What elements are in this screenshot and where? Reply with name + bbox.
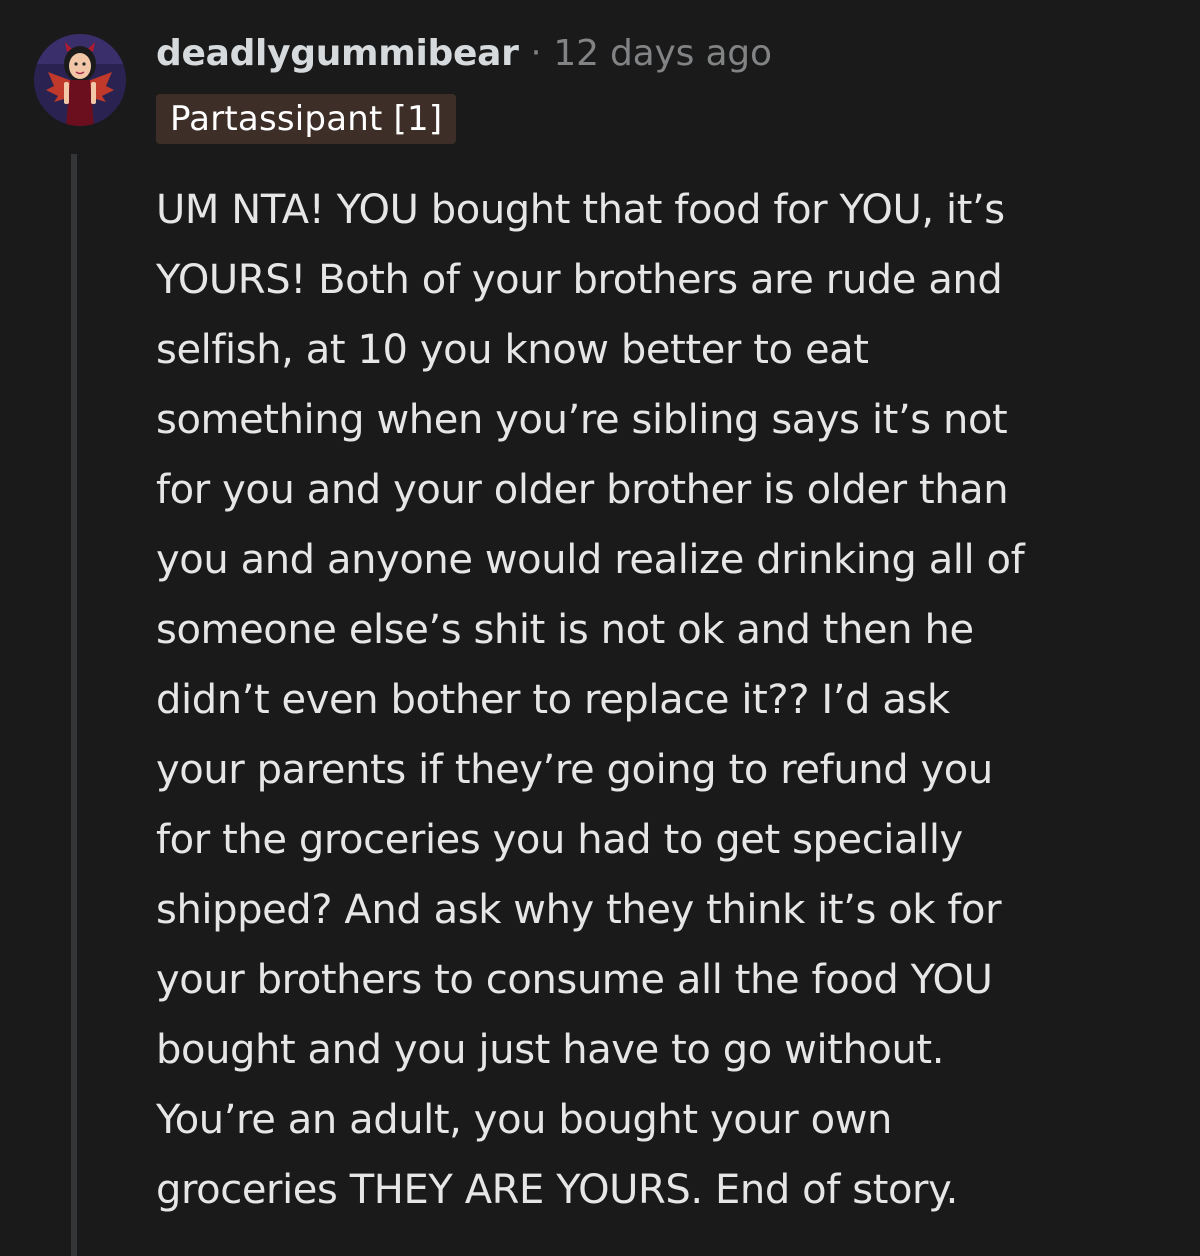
user-flair: Partassipant [1]: [156, 94, 457, 144]
comment-line: YOURS! Both of your brothers are rude an…: [156, 257, 1003, 303]
comment-body: UM NTA! YOU bought that food for YOU, it…: [156, 175, 1156, 1225]
comment-line: shipped? And ask why they think it’s ok …: [156, 887, 1002, 933]
comment-line: for you and your older brother is older …: [156, 467, 1009, 513]
separator-dot: ·: [530, 33, 542, 73]
user-avatar[interactable]: [34, 34, 126, 126]
comment-line: you and anyone would realize drinking al…: [156, 537, 1025, 583]
comment-line: didn’t even bother to replace it?? I’d a…: [156, 677, 950, 723]
comment-line: bought and you just have to go without.: [156, 1027, 945, 1073]
comment-line: You’re an adult, you bought your own: [156, 1097, 892, 1143]
comment-line: your parents if they’re going to refund …: [156, 747, 993, 793]
comment-line: something when you’re sibling says it’s …: [156, 397, 1008, 443]
comment-line: your brothers to consume all the food YO…: [156, 957, 993, 1003]
avatar-image: [34, 34, 126, 126]
comment-line: for the groceries you had to get special…: [156, 817, 963, 863]
comment-line: someone else’s shit is not ok and then h…: [156, 607, 974, 653]
comment-header: deadlygummibear · 12 days ago: [156, 30, 772, 76]
comment-timestamp[interactable]: 12 days ago: [553, 33, 772, 74]
thread-line[interactable]: [71, 154, 77, 1256]
comment-line: selfish, at 10 you know better to eat: [156, 327, 869, 373]
comment-line: UM NTA! YOU bought that food for YOU, it…: [156, 187, 1005, 233]
comment-line: groceries THEY ARE YOURS. End of story.: [156, 1167, 958, 1213]
username-link[interactable]: deadlygummibear: [156, 33, 519, 74]
